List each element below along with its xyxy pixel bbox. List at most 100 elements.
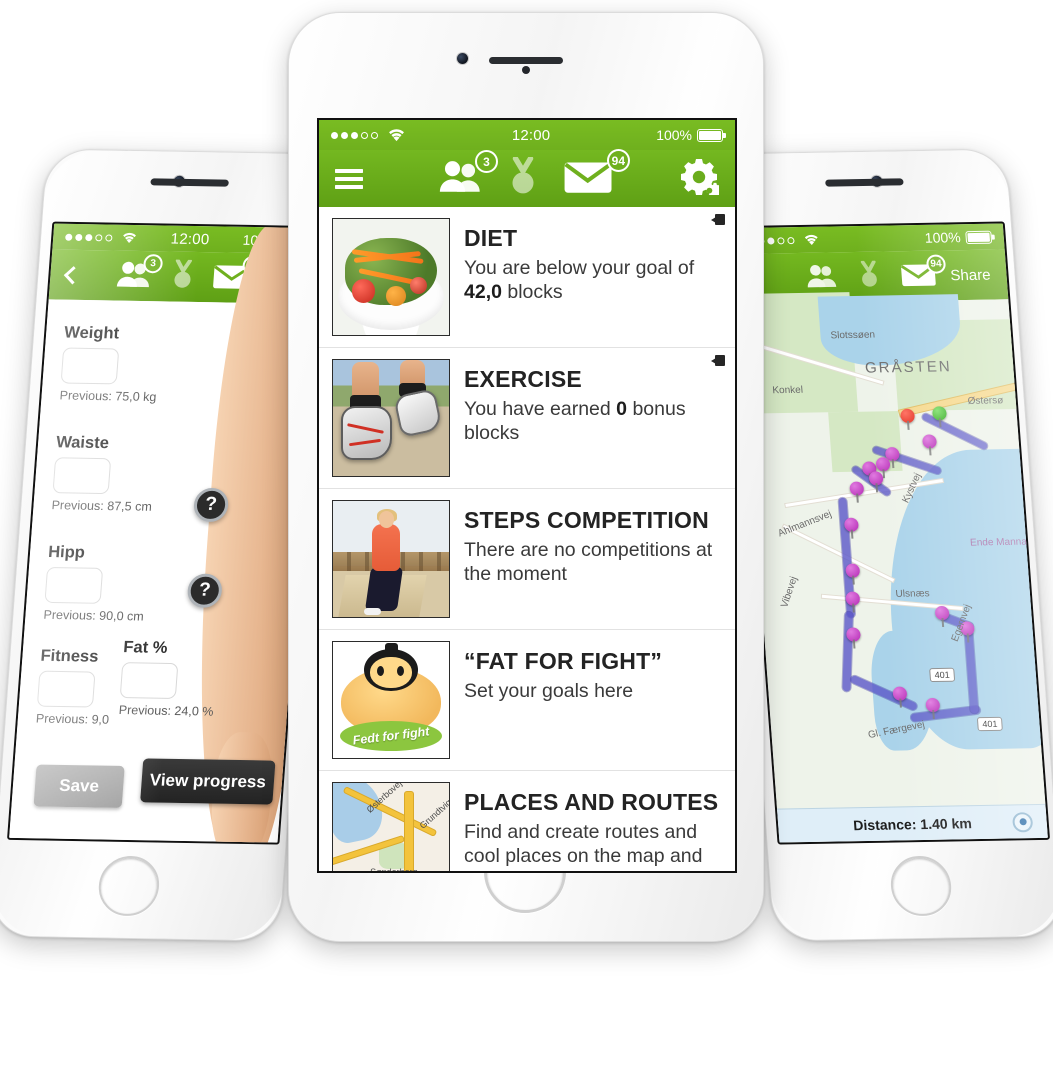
medal-icon[interactable] xyxy=(857,259,881,293)
list-item[interactable]: Østerbovej Grundtvigs Sønderborg PLACES … xyxy=(319,771,735,871)
share-button[interactable]: Share xyxy=(950,266,991,284)
route-pin[interactable] xyxy=(849,481,865,496)
right-phone-screen: 100% 94 Share GRÅSTEN Slotssøen Konkel Ø… xyxy=(732,221,1051,845)
field-fitness: Fitness Previous: 9,0 xyxy=(35,647,114,727)
home-button[interactable] xyxy=(96,855,162,917)
list-item-subtitle: You are below your goal of 42,0 blocks xyxy=(464,257,695,303)
medal-icon[interactable] xyxy=(169,258,196,294)
settings-icon[interactable] xyxy=(679,157,724,200)
list-item-subtitle: Find and create routes and cool places o… xyxy=(464,821,703,871)
field-weight: Weight Previous: 75,0 kg xyxy=(59,324,162,404)
battery-icon xyxy=(965,230,993,244)
flag-icon[interactable] xyxy=(711,214,725,225)
battery-icon xyxy=(697,128,726,142)
friends-icon[interactable] xyxy=(805,262,839,293)
wifi-icon xyxy=(389,129,404,142)
sumo-mascot-logo: Fedt for fight xyxy=(332,641,450,759)
route-pin[interactable] xyxy=(868,471,884,486)
field-hipp: Hipp Previous: 90,0 cm xyxy=(43,543,149,624)
medal-icon[interactable] xyxy=(508,155,538,200)
route-pin-end[interactable] xyxy=(900,408,916,423)
field-waiste-label: Waiste xyxy=(55,433,110,453)
wifi-icon xyxy=(123,232,136,244)
friends-icon[interactable]: 3 xyxy=(438,150,498,198)
messages-badge: 94 xyxy=(925,253,947,274)
distance-bar: Distance: 1.40 km xyxy=(777,803,1048,843)
list-item-title: STEPS COMPETITION xyxy=(464,507,709,533)
route-pin[interactable] xyxy=(925,697,941,713)
back-chevron-icon[interactable] xyxy=(63,265,83,284)
clock: 12:00 xyxy=(511,126,551,144)
route-pin[interactable] xyxy=(845,563,861,578)
map-label-ende-manna: Ende Manna xyxy=(969,536,1028,549)
route-pin[interactable] xyxy=(934,605,950,621)
front-camera-icon xyxy=(457,53,468,64)
list-item[interactable]: STEPS COMPETITION There are no competiti… xyxy=(319,489,735,630)
map-thumbnail: Østerbovej Grundtvigs Sønderborg xyxy=(332,782,450,871)
list-item-subtitle: You have earned 0 bonus blocks xyxy=(464,398,686,444)
wifi-icon xyxy=(804,234,818,245)
save-button[interactable]: Save xyxy=(33,764,125,808)
list-item-title: “FAT FOR FIGHT” xyxy=(464,648,663,674)
locate-icon[interactable] xyxy=(1011,811,1034,832)
list-item[interactable]: EXERCISE You have earned 0 bonus blocks xyxy=(319,348,735,489)
view-progress-button[interactable]: View progress xyxy=(140,758,276,805)
map-label-vibevej: Vibevej xyxy=(779,575,800,610)
measurements-form: ? ? Weight Previous: 75,0 kg Waiste Prev… xyxy=(9,224,325,845)
route-pin-start[interactable] xyxy=(931,406,948,421)
field-fitness-previous: Previous: 9,0 xyxy=(35,711,110,727)
friends-icon[interactable]: 3 xyxy=(115,253,164,293)
messages-icon[interactable]: 94 xyxy=(899,253,947,292)
list-item[interactable]: DIET You are below your goal of 42,0 blo… xyxy=(319,207,735,348)
center-phone-device: 12:00 100% 3 94 DIET You are below your … xyxy=(288,12,764,942)
list-icon[interactable] xyxy=(335,165,363,193)
map-label-konkel: Konkel xyxy=(771,384,804,397)
map-label-ulsnaes: Ulsnæs xyxy=(895,588,930,600)
right-battery-percent: 100% xyxy=(924,229,962,246)
salad-photo xyxy=(332,218,450,336)
home-button[interactable] xyxy=(888,855,954,917)
proximity-sensor xyxy=(522,66,530,74)
map-label-graasten: GRÅSTEN xyxy=(864,358,953,377)
distance-label: Distance: 1.40 km xyxy=(852,814,973,833)
list-item-title: EXERCISE xyxy=(464,366,582,392)
route-pin[interactable] xyxy=(843,517,859,532)
friends-badge: 3 xyxy=(142,253,164,273)
center-status-bar: 12:00 100% xyxy=(319,120,735,150)
list-item[interactable]: Fedt for fight “FAT FOR FIGHT” Set your … xyxy=(319,630,735,771)
right-phone-device: 100% 94 Share GRÅSTEN Slotssøen Konkel Ø… xyxy=(715,148,1053,942)
route-pin[interactable] xyxy=(922,434,938,449)
field-weight-previous: Previous: 75,0 kg xyxy=(59,388,157,405)
weight-input[interactable] xyxy=(60,347,120,385)
route-pin[interactable] xyxy=(892,686,908,701)
walking-woman-photo xyxy=(332,500,450,618)
field-fat-label: Fat % xyxy=(122,638,169,657)
route-badge-401-a: 401 xyxy=(929,667,956,683)
signal-dots-icon xyxy=(65,233,113,242)
messages-badge: 94 xyxy=(606,149,630,172)
map-view[interactable]: GRÅSTEN Slotssøen Konkel Østersø Kystvej… xyxy=(732,292,1051,843)
fat-percent-input[interactable] xyxy=(119,662,179,700)
route-pin[interactable] xyxy=(845,627,861,642)
list-item-subtitle: There are no competitions at the moment xyxy=(464,539,713,585)
earpiece-speaker xyxy=(489,57,563,64)
messages-icon[interactable]: 94 xyxy=(562,149,630,199)
waiste-input[interactable] xyxy=(52,457,112,495)
field-fat-previous: Previous: 24,0 % xyxy=(118,703,214,719)
center-phone-screen: 12:00 100% 3 94 DIET You are below your … xyxy=(317,118,737,873)
route-badge-401-b: 401 xyxy=(976,716,1003,732)
battery-percent: 100% xyxy=(656,127,692,143)
app-toolbar: 3 94 xyxy=(319,149,735,207)
fitness-input[interactable] xyxy=(36,670,96,708)
left-phone-screen: 12:00 100% 3 xyxy=(6,221,325,845)
left-phone-device: 12:00 100% 3 xyxy=(0,148,338,942)
map-label-slotssoen: Slotssøen xyxy=(830,329,876,342)
field-weight-label: Weight xyxy=(63,323,120,343)
route-pin[interactable] xyxy=(845,591,861,606)
dashboard-list: DIET You are below your goal of 42,0 blo… xyxy=(319,207,735,871)
hipp-input[interactable] xyxy=(44,566,104,604)
flag-icon[interactable] xyxy=(711,355,725,366)
list-item-title: DIET xyxy=(464,225,518,251)
field-fitness-label: Fitness xyxy=(39,646,100,666)
route-pin[interactable] xyxy=(875,457,891,472)
